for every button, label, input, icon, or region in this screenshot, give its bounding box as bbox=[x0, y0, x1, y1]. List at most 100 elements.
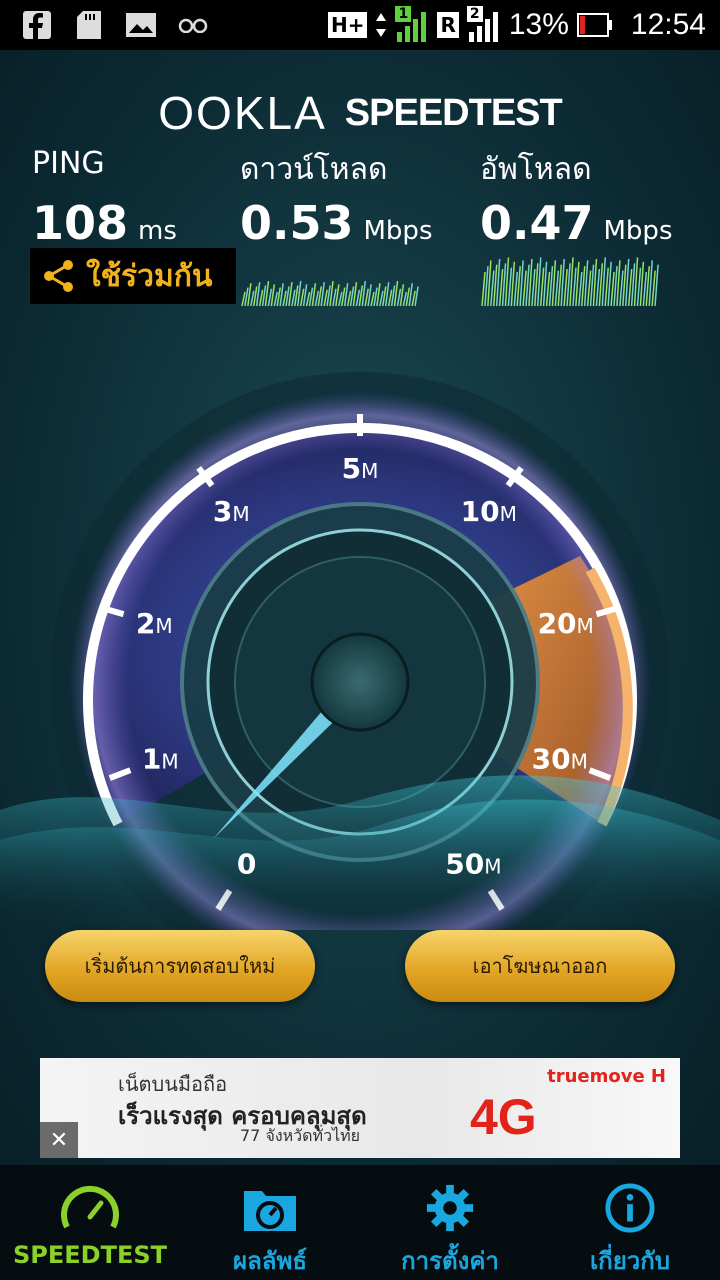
image-icon bbox=[126, 10, 156, 40]
graph-bar bbox=[651, 270, 656, 307]
bottom-nav: SPEEDTEST ผลลัพธ์ การตั้งค่า เกี่ยวกับ bbox=[0, 1165, 720, 1280]
nav-speedtest[interactable]: SPEEDTEST bbox=[0, 1165, 180, 1280]
logo-ookla: OOKLA bbox=[158, 87, 327, 139]
graph-bar bbox=[255, 282, 261, 307]
facebook-icon bbox=[22, 10, 52, 40]
graph-bar bbox=[335, 284, 340, 307]
graph-bar bbox=[572, 267, 577, 307]
graph-bar bbox=[610, 271, 615, 307]
nav-speedtest-label: SPEEDTEST bbox=[12, 1241, 167, 1269]
upload-result: 0.47 Mbps bbox=[480, 196, 673, 250]
ad-brand: truemove H bbox=[547, 1066, 666, 1087]
sim2-signal-icon: 2 bbox=[466, 6, 501, 42]
sd-card-icon bbox=[74, 10, 104, 40]
graph-bar bbox=[498, 269, 504, 307]
ad-coverage: 77 จังหวัดทั่วไทย bbox=[240, 1126, 361, 1145]
ping-value: 108 bbox=[32, 196, 129, 250]
graph-bar bbox=[604, 267, 609, 307]
download-graph bbox=[241, 281, 419, 307]
folder-gauge-icon bbox=[244, 1191, 296, 1231]
logo-speedtest: SPEEDTEST bbox=[344, 91, 563, 134]
download-unit: Mbps bbox=[363, 216, 433, 246]
nav-results-label: ผลลัพธ์ bbox=[233, 1247, 307, 1275]
ad-close-button[interactable]: ✕ bbox=[40, 1122, 78, 1158]
graph-bar bbox=[296, 281, 302, 307]
graph-bar bbox=[414, 286, 419, 307]
graph-bar bbox=[367, 284, 372, 307]
graph-bar bbox=[311, 283, 317, 307]
graph-bar bbox=[352, 282, 358, 307]
speed-gauge: 01M2M3M5M10M20M30M50M bbox=[0, 372, 720, 930]
graph-bar bbox=[399, 284, 405, 307]
remove-ads-button[interactable]: เอาโฆษณาออก bbox=[405, 930, 675, 1002]
graph-bar bbox=[531, 269, 536, 307]
upload-label: อัพโหลด bbox=[480, 152, 592, 187]
clock: 12:54 bbox=[630, 8, 706, 41]
info-icon bbox=[605, 1183, 655, 1233]
app-logo: OOKLA SPEEDTEST bbox=[0, 86, 720, 140]
data-arrows-icon bbox=[376, 13, 387, 37]
graph-bar bbox=[554, 270, 560, 307]
graph-bar bbox=[545, 271, 551, 307]
graph-bar bbox=[481, 271, 486, 307]
download-label: ดาวน์โหลด bbox=[240, 152, 388, 187]
upload-value: 0.47 bbox=[480, 196, 594, 250]
graph-bar bbox=[578, 271, 583, 307]
download-result: 0.53 Mbps bbox=[240, 196, 433, 250]
restart-test-button[interactable]: เริ่มต้นการทดสอบใหม่ bbox=[45, 930, 315, 1002]
graph-bar bbox=[270, 284, 276, 307]
graph-bar bbox=[586, 270, 592, 307]
graph-bar bbox=[539, 267, 545, 307]
speedtest-main: OOKLA SPEEDTEST PING 108 ms ดาวน์โหลด 0.5… bbox=[0, 50, 720, 1165]
sim2-label: 2 bbox=[466, 6, 483, 22]
graph-bar bbox=[343, 283, 349, 307]
upload-unit: Mbps bbox=[603, 216, 673, 246]
graph-bar bbox=[490, 270, 495, 307]
graph-bar bbox=[320, 282, 325, 307]
gear-icon bbox=[426, 1184, 474, 1232]
graph-bar bbox=[329, 281, 334, 307]
graph-bar bbox=[513, 271, 519, 307]
graph-bar bbox=[264, 281, 270, 307]
status-bar: H+ 1 R 2 13% 12:54 bbox=[0, 0, 720, 50]
ad-banner[interactable]: เน็ตบนมือถือ เร็วแรงสุด ครอบคลุมสุด 77 จ… bbox=[40, 1058, 680, 1158]
nav-about[interactable]: เกี่ยวกับ bbox=[540, 1165, 720, 1280]
share-label: ใช้ร่วมกัน bbox=[86, 258, 213, 294]
gauge-hub bbox=[310, 632, 410, 732]
ping-unit: ms bbox=[138, 216, 177, 246]
graph-bar bbox=[563, 269, 568, 307]
sim1-signal-icon: 1 bbox=[395, 6, 429, 42]
graph-bar bbox=[302, 284, 308, 307]
battery-icon bbox=[576, 13, 612, 37]
graph-bar bbox=[247, 283, 252, 307]
ping-result: 108 ms bbox=[32, 196, 177, 250]
ad-4g-badge: 4G bbox=[470, 1089, 537, 1145]
graph-bar bbox=[384, 282, 390, 307]
graph-bar bbox=[522, 270, 527, 307]
graph-bar bbox=[636, 267, 642, 307]
upload-graph bbox=[481, 257, 659, 307]
download-value: 0.53 bbox=[240, 196, 354, 250]
graph-bar bbox=[507, 267, 513, 307]
speedometer-icon bbox=[61, 1185, 119, 1229]
graph-bar bbox=[393, 281, 399, 307]
graph-bar bbox=[361, 281, 367, 307]
share-button[interactable]: ใช้ร่วมกัน bbox=[30, 248, 236, 304]
ping-label: PING bbox=[32, 146, 105, 181]
gauge-tick-label: 0 bbox=[237, 847, 256, 880]
roaming-badge: R bbox=[437, 12, 459, 38]
nav-about-label: เกี่ยวกับ bbox=[589, 1247, 671, 1275]
nav-settings[interactable]: การตั้งค่า bbox=[360, 1165, 540, 1280]
glasses-icon bbox=[178, 10, 208, 40]
graph-bar bbox=[642, 271, 648, 307]
nav-results[interactable]: ผลลัพธ์ bbox=[180, 1165, 360, 1280]
graph-bar bbox=[595, 269, 601, 307]
nav-settings-label: การตั้งค่า bbox=[401, 1247, 499, 1275]
battery-percent: 13% bbox=[508, 8, 569, 41]
graph-bar bbox=[376, 283, 381, 307]
network-type-badge: H+ bbox=[327, 12, 368, 38]
sim1-label: 1 bbox=[395, 6, 412, 22]
graph-bar bbox=[279, 283, 284, 307]
graph-bar bbox=[288, 282, 293, 307]
graph-bar bbox=[619, 270, 624, 307]
